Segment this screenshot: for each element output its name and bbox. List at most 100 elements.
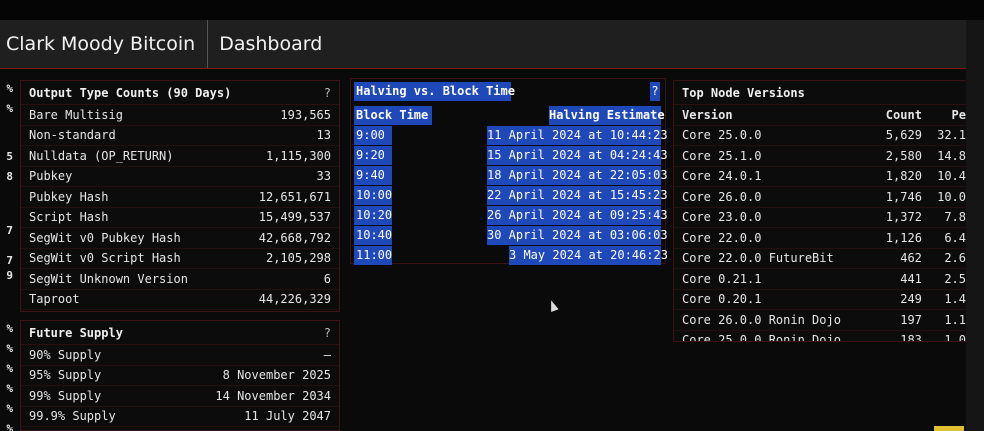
left-edge-cell: 7 xyxy=(6,254,13,267)
table-row: Taproot 44,226,329 xyxy=(21,290,339,310)
app-title[interactable]: Clark Moody Bitcoin xyxy=(0,33,207,55)
column-header-version[interactable]: Version xyxy=(682,108,869,122)
percent-cell: 10.0 xyxy=(937,189,966,204)
version-cell: Core 25.1.0 xyxy=(682,148,762,163)
version-cell: Core 22.0.0 xyxy=(682,230,762,245)
count-cell: 183 xyxy=(900,333,922,342)
left-edge-cell: % xyxy=(6,382,13,395)
row-value: 11 July 2047 xyxy=(244,409,331,424)
panel-title-text: Output Type Counts (90 Days) xyxy=(29,85,232,100)
row-label: SegWit Unknown Version xyxy=(29,271,188,286)
left-edge-cell: 7 xyxy=(6,224,13,237)
future-supply-panel: Future Supply ? 90% Supply — 95% Supply 8 … xyxy=(20,320,340,431)
block-time-cell: 10:20 xyxy=(354,206,392,225)
version-cell: Core 0.21.1 xyxy=(682,271,762,286)
column-header-percent[interactable]: Pe xyxy=(922,108,966,122)
left-edge-cell: 5 xyxy=(6,150,13,163)
percent-cell: 32.1 xyxy=(937,128,966,143)
version-cell: Core 26.0.0 xyxy=(682,189,762,204)
row-value: 42,668,792 xyxy=(258,230,331,245)
count-cell: 462 xyxy=(900,251,922,266)
table-row: Pubkey Hash 12,651,671 xyxy=(21,187,339,208)
percent-cell: 10.4 xyxy=(937,169,966,184)
block-time-cell: 9:20 xyxy=(354,146,392,165)
halving-estimate-cell: 26 April 2024 at 09:25:43 xyxy=(487,206,668,225)
halving-estimate-cell: 11 April 2024 at 10:44:23 xyxy=(487,126,668,145)
version-cell: Core 22.0.0 FutureBit xyxy=(682,251,834,266)
row-value: 33 xyxy=(316,169,331,184)
table-row: Core 25.0.0 5,629 32.1 xyxy=(674,126,966,146)
row-value: 44,226,329 xyxy=(258,292,331,307)
block-time-cell: 9:00 xyxy=(354,126,392,145)
left-edge-cell: 9 xyxy=(6,269,13,282)
help-icon[interactable]: ? xyxy=(324,86,331,100)
output-type-counts-panel: Output Type Counts (90 Days) ? Bare Mult… xyxy=(20,80,340,312)
table-row: 99.9% Supply 11 July 2047 xyxy=(21,407,339,427)
left-edge-column: % % 5 8 7 7 9 % % % % % % xyxy=(0,80,13,431)
table-row: Core 25.1.0 2,580 14.8 xyxy=(674,146,966,167)
version-cell: Core 25.0.0 Ronin Dojo xyxy=(682,333,841,342)
row-label: Non-standard xyxy=(29,128,116,143)
row-value: 13 xyxy=(316,128,331,143)
percent-cell: 1.0 xyxy=(944,333,966,342)
version-cell: Core 24.0.1 xyxy=(682,169,762,184)
column-header-count[interactable]: Count xyxy=(869,108,922,122)
help-icon[interactable]: ? xyxy=(324,326,331,340)
row-label: Pubkey Hash xyxy=(29,189,109,204)
block-time-cell: 9:40 xyxy=(354,166,392,185)
halving-panel: Halving vs. Block Time ? Block Time Halv… xyxy=(350,78,668,265)
row-value: 6 xyxy=(323,271,331,286)
count-cell: 1,820 xyxy=(885,169,922,184)
block-time-cell: 10:00 xyxy=(354,186,392,205)
node-versions-panel: Top Node Versions Version Count Pe Core … xyxy=(673,80,966,342)
table-row: Pubkey 33 xyxy=(21,167,339,187)
table-row: Core 0.21.1 441 2.5 xyxy=(674,269,966,290)
panel-title: Future Supply ? xyxy=(21,321,339,345)
table-row: Core 26.0.0 Ronin Dojo 197 1.1 xyxy=(674,310,966,331)
halving-estimate-cell: 30 April 2024 at 03:06:03 xyxy=(487,226,668,245)
help-icon[interactable]: ? xyxy=(650,82,660,101)
left-edge-cell: % xyxy=(6,322,13,335)
row-label: SegWit v0 Pubkey Hash xyxy=(29,230,181,245)
top-band xyxy=(0,0,984,20)
column-header-block-time[interactable]: Block Time xyxy=(354,106,432,125)
row-label: Taproot xyxy=(29,292,80,307)
percent-cell: 1.1 xyxy=(944,312,966,327)
table-row: Core 0.20.1 249 1.4 xyxy=(674,290,966,310)
panel-title-text: Halving vs. Block Time xyxy=(354,82,515,101)
count-cell: 441 xyxy=(900,271,922,286)
table-row: Bare Multisig 193,565 xyxy=(21,105,339,126)
table-row: SegWit v0 Script Hash 2,105,298 xyxy=(21,249,339,269)
panel-title-text: Future Supply xyxy=(29,325,123,340)
table-row: Script Hash 15,499,537 xyxy=(21,208,339,228)
column-header-halving-estimate[interactable]: Halving Estimate xyxy=(549,106,665,125)
mouse-cursor-icon xyxy=(547,298,559,313)
left-edge-cell: % xyxy=(6,102,13,115)
scrollbar[interactable] xyxy=(966,20,984,431)
percent-cell: 2.5 xyxy=(944,271,966,286)
count-cell: 1,746 xyxy=(885,189,922,204)
block-time-cell: 11:00 xyxy=(354,246,392,265)
table-row: Non-standard 13 xyxy=(21,126,339,146)
count-cell: 249 xyxy=(900,292,922,307)
percent-cell: 6.4 xyxy=(944,230,966,245)
table-row: 90% Supply — xyxy=(21,345,339,366)
panel-title: Output Type Counts (90 Days) ? xyxy=(21,81,339,105)
block-time-cell: 10:40 xyxy=(354,226,392,245)
count-cell: 1,372 xyxy=(885,210,922,225)
halving-estimate-cell: 18 April 2024 at 22:05:03 xyxy=(487,166,668,185)
version-cell: Core 26.0.0 Ronin Dojo xyxy=(682,312,841,327)
row-value: 15,499,537 xyxy=(258,210,331,225)
percent-cell: 2.6 xyxy=(944,251,966,266)
count-cell: 5,629 xyxy=(885,128,922,143)
table-row: 99% Supply 14 November 2034 xyxy=(21,386,339,407)
left-edge-cell: % xyxy=(6,82,13,95)
row-label: Script Hash xyxy=(29,210,109,225)
row-value: 12,651,671 xyxy=(258,189,331,204)
row-label: Nulldata (OP_RETURN) xyxy=(29,148,174,163)
table-row: Core 22.0.0 FutureBit 462 2.6 xyxy=(674,249,966,269)
row-label: Pubkey xyxy=(29,169,73,184)
version-cell: Core 0.20.1 xyxy=(682,292,762,307)
row-value: 8 November 2025 xyxy=(222,368,331,383)
count-cell: 197 xyxy=(900,312,922,327)
